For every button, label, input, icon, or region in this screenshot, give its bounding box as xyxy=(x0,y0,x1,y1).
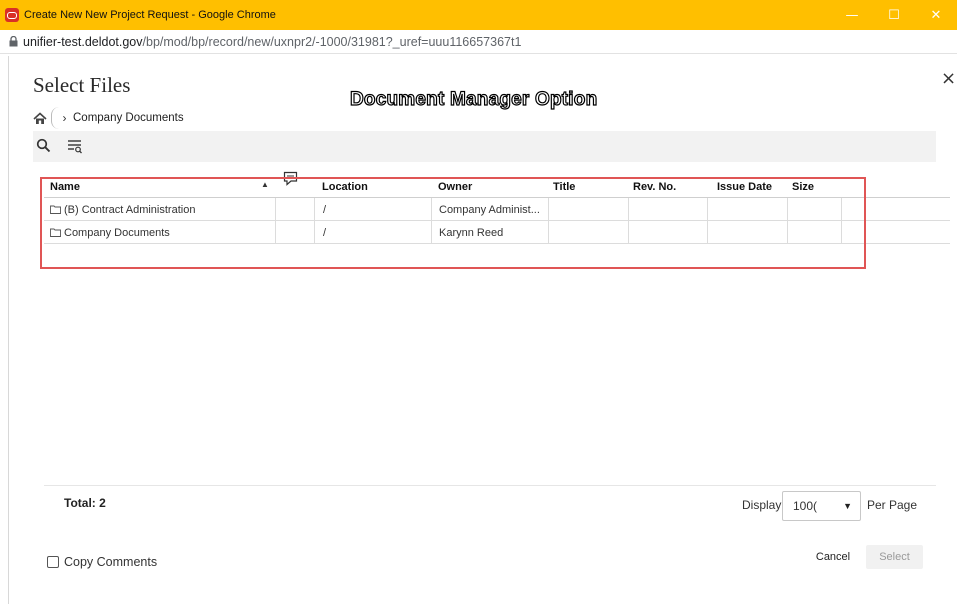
column-header-name[interactable]: Name xyxy=(50,181,80,193)
row-name: Company Documents xyxy=(64,226,170,239)
breadcrumb-current[interactable]: Company Documents xyxy=(73,112,184,124)
column-header-owner[interactable]: Owner xyxy=(438,181,472,193)
page-size-value: 100( xyxy=(793,499,818,513)
cell-divider xyxy=(841,221,842,244)
url-host: unifier-test.deldot.gov xyxy=(23,34,143,49)
cell-divider xyxy=(787,221,788,244)
folder-icon xyxy=(50,205,61,214)
grid-toolbar xyxy=(33,131,936,162)
row-name-cell[interactable]: (B) Contract Administration xyxy=(48,198,274,221)
table-row[interactable]: Company Documents / Karynn Reed xyxy=(44,221,950,244)
column-header-issue-date[interactable]: Issue Date xyxy=(717,181,772,193)
browser-title-bar: Create New New Project Request - Google … xyxy=(0,0,957,30)
search-icon[interactable] xyxy=(36,138,52,154)
table-row[interactable]: (B) Contract Administration / Company Ad… xyxy=(44,198,950,221)
row-name: (B) Contract Administration xyxy=(64,203,196,216)
maximize-button[interactable]: ☐ xyxy=(873,0,915,30)
cell-divider xyxy=(628,198,629,221)
cell-divider xyxy=(548,221,549,244)
copy-comments-option[interactable]: Copy Comments xyxy=(47,555,157,569)
cell-divider xyxy=(707,198,708,221)
home-icon[interactable] xyxy=(33,111,47,125)
filter-icon[interactable] xyxy=(67,139,83,155)
row-location: / xyxy=(323,203,327,216)
page-size-select[interactable]: 100( ▼ xyxy=(782,491,861,521)
cell-divider xyxy=(314,221,315,244)
sort-ascending-icon[interactable]: ▲ xyxy=(261,180,269,189)
cell-divider xyxy=(275,198,276,221)
dialog-title: Select Files xyxy=(33,73,131,97)
chevron-down-icon: ▼ xyxy=(843,501,852,511)
cell-divider xyxy=(707,221,708,244)
total-count: Total: 2 xyxy=(64,496,106,510)
row-name-cell[interactable]: Company Documents xyxy=(48,221,274,244)
url-path: /bp/mod/bp/record/new/uxnpr2/-1000/31981… xyxy=(142,34,522,49)
cell-divider xyxy=(548,198,549,221)
column-header-location[interactable]: Location xyxy=(322,181,368,193)
cell-divider xyxy=(431,221,432,244)
cell-divider xyxy=(787,198,788,221)
select-button[interactable]: Select xyxy=(866,545,923,569)
row-owner: Company Administ... xyxy=(439,203,540,216)
row-location: / xyxy=(323,226,327,239)
files-grid: Name ▲ Location Owner Title Rev. No. Iss… xyxy=(44,171,950,244)
display-label: Display xyxy=(742,498,782,512)
cancel-button[interactable]: Cancel xyxy=(804,545,862,569)
footer-divider xyxy=(44,485,936,486)
column-header-size[interactable]: Size xyxy=(792,181,814,193)
annotation-overlay-label: Document Manager Option xyxy=(349,88,598,110)
folder-icon xyxy=(50,228,61,237)
minimize-button[interactable]: — xyxy=(831,0,873,30)
cell-divider xyxy=(314,198,315,221)
oracle-app-icon xyxy=(5,8,19,22)
column-header-title[interactable]: Title xyxy=(553,181,575,193)
column-header-rev-no[interactable]: Rev. No. xyxy=(633,181,676,193)
cell-divider xyxy=(841,198,842,221)
per-page-label: Per Page xyxy=(867,498,918,512)
lock-icon xyxy=(6,35,20,49)
cell-divider xyxy=(628,221,629,244)
grid-header: Name ▲ Location Owner Title Rev. No. Iss… xyxy=(44,171,950,198)
close-window-button[interactable]: ✕ xyxy=(915,0,957,30)
window-title: Create New New Project Request - Google … xyxy=(24,9,276,21)
breadcrumb: › Company Documents xyxy=(33,107,184,129)
dialog-close-button[interactable]: × xyxy=(941,68,956,89)
cell-divider xyxy=(431,198,432,221)
copy-comments-checkbox[interactable] xyxy=(47,556,59,568)
row-owner: Karynn Reed xyxy=(439,226,504,239)
cell-divider xyxy=(275,221,276,244)
comment-icon[interactable] xyxy=(283,171,299,187)
url-text[interactable]: unifier-test.deldot.gov/bp/mod/bp/record… xyxy=(23,35,521,49)
address-bar[interactable]: unifier-test.deldot.gov/bp/mod/bp/record… xyxy=(0,30,957,54)
copy-comments-label[interactable]: Copy Comments xyxy=(64,555,157,569)
window-controls: — ☐ ✕ xyxy=(831,0,957,30)
